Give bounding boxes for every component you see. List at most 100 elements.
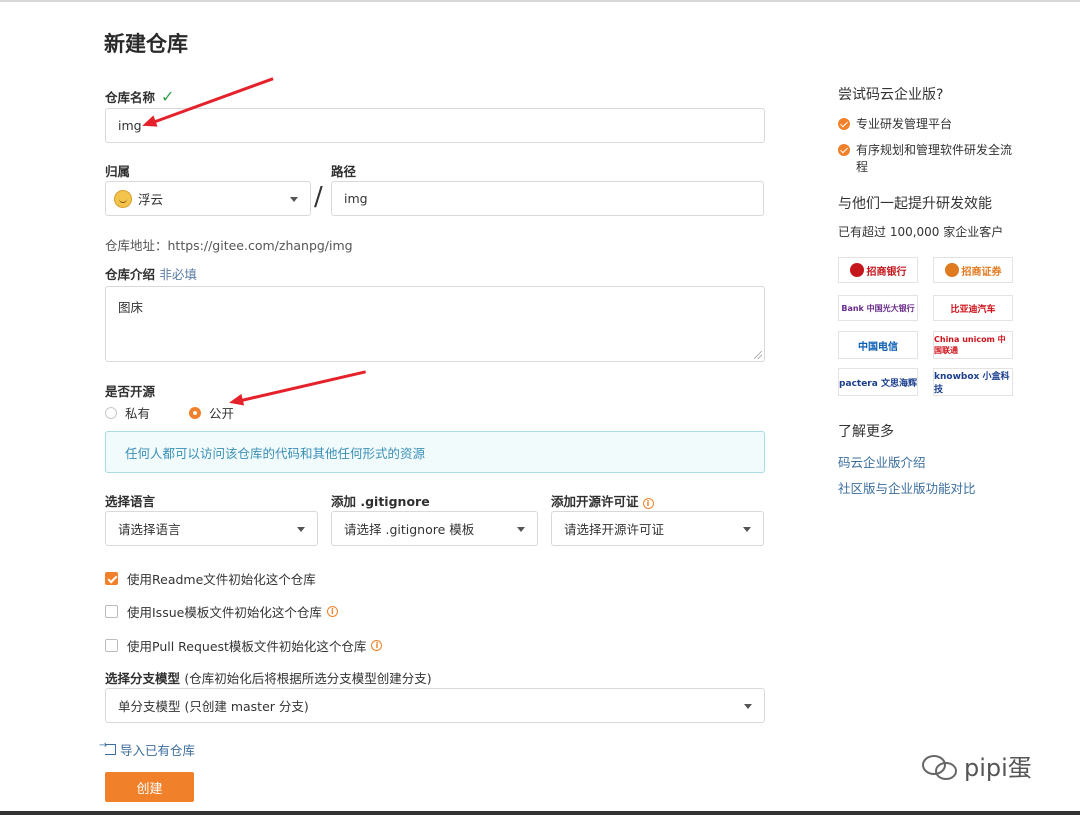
sidebar: 尝试码云企业版? 专业研发管理平台 有序规划和管理软件研发全流程 与他们一起提升… bbox=[838, 84, 1038, 240]
import-repo-link[interactable]: 导入已有仓库 bbox=[99, 740, 196, 759]
repo-name-value: img bbox=[118, 118, 142, 133]
readme-checkbox-row[interactable]: 使用Readme文件初始化这个仓库 bbox=[105, 569, 316, 588]
branch-model-value: 单分支模型 (只创建 master 分支) bbox=[118, 699, 309, 714]
issue-template-checkbox-label: 使用Issue模板文件初始化这个仓库 bbox=[127, 605, 322, 620]
chevron-down-icon bbox=[743, 526, 751, 532]
path-label: 路径 bbox=[331, 164, 357, 179]
language-value: 请选择语言 bbox=[118, 522, 181, 537]
cmb-logo-mark bbox=[849, 263, 864, 277]
info-icon[interactable]: i bbox=[371, 640, 383, 651]
gitignore-select[interactable]: 请选择 .gitignore 模板 bbox=[331, 511, 538, 546]
chevron-down-icon bbox=[744, 703, 752, 709]
repo-url: 仓库地址：https://gitee.com/zhanpg/img bbox=[105, 238, 353, 253]
logo-china-telecom: 中国电信 bbox=[838, 331, 918, 359]
radio-private[interactable]: 私有 bbox=[105, 403, 150, 422]
top-border bbox=[0, 0, 1080, 2]
avatar bbox=[114, 189, 132, 208]
radio-private-icon[interactable] bbox=[105, 406, 117, 419]
pr-template-checkbox[interactable] bbox=[105, 639, 118, 652]
visibility-label: 是否开源 bbox=[105, 384, 156, 399]
watermark-text: pipi蛋 bbox=[964, 754, 1032, 782]
feature-item: 专业研发管理平台 bbox=[838, 116, 1038, 133]
license-label: 添加开源许可证 i bbox=[551, 491, 654, 510]
description-textarea[interactable]: 图床 bbox=[105, 286, 765, 362]
gitignore-value: 请选择 .gitignore 模板 bbox=[344, 522, 475, 537]
license-select[interactable]: 请选择开源许可证 bbox=[551, 511, 764, 546]
info-icon[interactable]: i bbox=[326, 606, 338, 617]
import-repo-label: 导入已有仓库 bbox=[120, 743, 196, 758]
language-select[interactable]: 请选择语言 bbox=[105, 511, 318, 546]
branch-model-label: 选择分支模型 (仓库初始化后将根据所选分支模型创建分支) bbox=[105, 668, 432, 687]
compare-editions-link[interactable]: 社区版与企业版功能对比 bbox=[838, 478, 976, 497]
logo-byd: 比亚迪汽车 bbox=[933, 295, 1013, 321]
check-circle-icon bbox=[838, 144, 850, 156]
enterprise-intro-link[interactable]: 码云企业版介绍 bbox=[838, 452, 926, 471]
customers-sub: 已有超过 100,000 家企业客户 bbox=[838, 225, 1004, 239]
owner-value: 浮云 bbox=[138, 192, 164, 207]
description-label-text: 仓库介绍 bbox=[105, 267, 156, 282]
license-value: 请选择开源许可证 bbox=[564, 522, 665, 537]
resize-handle[interactable] bbox=[754, 351, 762, 359]
readme-checkbox[interactable] bbox=[105, 572, 118, 585]
promo-title: 尝试码云企业版? bbox=[838, 87, 944, 103]
path-input[interactable]: img bbox=[331, 181, 764, 216]
logo-text: 比亚迪汽车 bbox=[950, 304, 996, 315]
description-value: 图床 bbox=[118, 300, 144, 315]
check-circle-icon bbox=[838, 118, 850, 130]
optional-hint: 非必填 bbox=[159, 267, 197, 282]
readme-checkbox-label: 使用Readme文件初始化这个仓库 bbox=[127, 572, 316, 587]
logo-text: pactera 文思海辉 bbox=[839, 378, 917, 389]
owner-select[interactable]: 浮云 bbox=[105, 181, 311, 216]
visibility-notice: 任何人都可以访问该仓库的代码和其他任何形式的资源 bbox=[105, 431, 765, 473]
cms-logo-mark bbox=[944, 263, 959, 277]
wechat-icon bbox=[922, 753, 958, 780]
logo-text: 中国电信 bbox=[858, 341, 898, 353]
license-label-text: 添加开源许可证 bbox=[551, 494, 639, 509]
import-icon bbox=[99, 740, 116, 755]
issue-template-checkbox[interactable] bbox=[105, 605, 118, 618]
logo-pactera: pactera 文思海辉 bbox=[838, 368, 918, 396]
logo-text: 招商证券 bbox=[961, 266, 1002, 278]
create-button[interactable]: 创建 bbox=[105, 772, 194, 802]
learn-more-title: 了解更多 bbox=[838, 424, 894, 440]
gitignore-label: 添加 .gitignore bbox=[331, 494, 430, 509]
branch-model-select[interactable]: 单分支模型 (只创建 master 分支) bbox=[105, 688, 765, 723]
bottom-border bbox=[0, 811, 1080, 815]
branch-model-label-text: 选择分支模型 bbox=[105, 671, 181, 686]
logo-text: Bank 中国光大银行 bbox=[841, 303, 915, 313]
language-label: 选择语言 bbox=[105, 494, 156, 509]
description-label: 仓库介绍 非必填 bbox=[105, 264, 197, 283]
radio-private-label: 私有 bbox=[125, 406, 151, 421]
feature-item: 有序规划和管理软件研发全流程 bbox=[838, 142, 1018, 176]
radio-public[interactable]: 公开 bbox=[189, 403, 234, 422]
pr-template-checkbox-row[interactable]: 使用Pull Request模板文件初始化这个仓库 i bbox=[105, 636, 383, 655]
repo-name-label: 仓库名称 ✓ bbox=[105, 87, 174, 106]
chevron-down-icon bbox=[517, 526, 525, 532]
repo-name-label-text: 仓库名称 bbox=[105, 90, 156, 105]
annotation-arrow bbox=[236, 370, 366, 403]
repo-name-input[interactable]: img bbox=[105, 108, 765, 143]
logo-ceb: Bank 中国光大银行 bbox=[838, 295, 918, 321]
logo-text: 招商银行 bbox=[866, 266, 907, 278]
logo-knowbox: knowbox 小盒科技 bbox=[933, 368, 1013, 396]
info-icon[interactable]: i bbox=[642, 498, 654, 509]
logo-text: knowbox 小盒科技 bbox=[934, 372, 1010, 395]
owner-label: 归属 bbox=[105, 164, 131, 179]
check-icon: ✓ bbox=[161, 87, 175, 106]
logo-text: China unicom 中国联通 bbox=[934, 335, 1006, 355]
path-separator: / bbox=[314, 182, 323, 212]
branch-model-hint: (仓库初始化后将根据所选分支模型创建分支) bbox=[184, 671, 432, 686]
customers-title: 与他们一起提升研发效能 bbox=[838, 196, 992, 212]
logo-cmb: 招商银行 bbox=[838, 257, 918, 283]
chevron-down-icon bbox=[290, 196, 298, 202]
path-value: img bbox=[344, 191, 368, 206]
issue-template-checkbox-row[interactable]: 使用Issue模板文件初始化这个仓库 i bbox=[105, 602, 338, 621]
feature-text: 专业研发管理平台 bbox=[856, 117, 953, 131]
page-title: 新建仓库 bbox=[104, 32, 188, 56]
chevron-down-icon bbox=[297, 526, 305, 532]
pr-template-checkbox-label: 使用Pull Request模板文件初始化这个仓库 bbox=[127, 639, 367, 654]
logo-china-unicom: China unicom 中国联通 bbox=[933, 331, 1013, 359]
radio-public-icon[interactable] bbox=[189, 406, 201, 419]
logo-cms: 招商证券 bbox=[933, 257, 1013, 283]
watermark: pipi蛋 bbox=[922, 748, 1032, 783]
